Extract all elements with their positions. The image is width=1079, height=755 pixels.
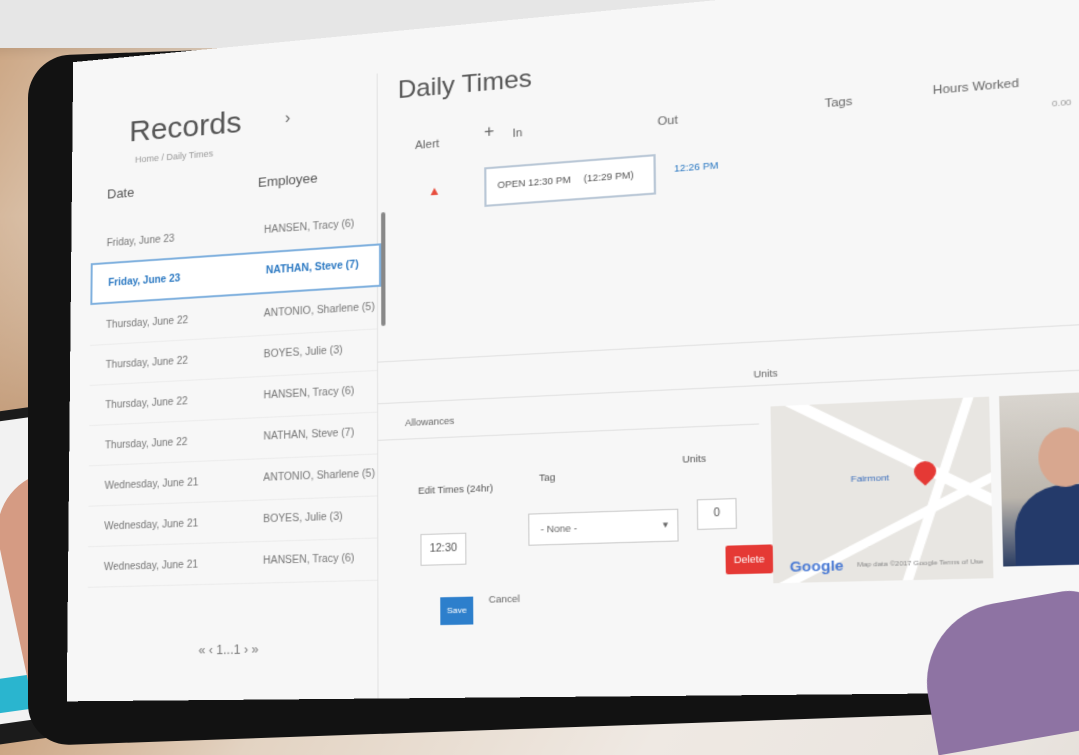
map-terms[interactable]: Map data ©2017 Google Terms of Use — [857, 559, 983, 569]
map-poi-label: Fairmont — [850, 472, 890, 485]
save-button[interactable]: Save — [440, 596, 474, 626]
add-icon[interactable]: + — [484, 123, 494, 143]
record-date: Wednesday, June 21 — [104, 518, 199, 533]
record-employee: HANSEN, Tracy (6) — [263, 218, 355, 237]
record-date: Wednesday, June 21 — [104, 477, 199, 492]
units-label: Units — [682, 453, 707, 465]
page-title: Daily Times — [397, 64, 532, 105]
record-date: Thursday, June 22 — [105, 355, 188, 372]
alert-icon: ▲ — [427, 183, 441, 199]
column-header-hours-worked: Hours Worked — [932, 76, 1020, 98]
record-date: Thursday, June 22 — [105, 315, 189, 332]
breadcrumb[interactable]: Home / Daily Times — [135, 148, 213, 164]
record-date: Thursday, June 22 — [104, 436, 188, 452]
column-header-in: In — [512, 126, 523, 141]
time-input[interactable]: 12:30 — [420, 532, 467, 566]
record-row[interactable]: Wednesday, June 21 HANSEN, Tracy (6) — [87, 539, 378, 588]
column-header-tags: Tags — [824, 95, 853, 111]
records-scrollbar[interactable] — [381, 212, 386, 327]
record-employee: NATHAN, Steve (7) — [263, 427, 355, 443]
punch-in-field[interactable]: OPEN 12:30 PM (12:29 PM) — [484, 154, 657, 207]
records-title: Records — [129, 105, 242, 149]
chevron-down-icon: ▾ — [662, 518, 669, 530]
tag-select[interactable]: - None - ▾ — [528, 508, 679, 546]
punch-out-time[interactable]: 12:26 PM — [674, 160, 718, 174]
record-date: Thursday, June 22 — [105, 396, 188, 412]
delete-button[interactable]: Delete — [725, 544, 774, 575]
records-panel: Records › Home / Daily Times Date Employ… — [66, 73, 382, 702]
record-date: Friday, June 23 — [106, 233, 175, 250]
location-map[interactable]: Fairmont Google Map data ©2017 Google Te… — [770, 396, 994, 584]
cancel-button[interactable]: Cancel — [489, 593, 520, 604]
hours-worked-value: 0.00 — [1051, 97, 1072, 109]
tag-select-value: - None - — [540, 522, 578, 535]
record-employee: HANSEN, Tracy (6) — [262, 552, 355, 567]
record-employee: ANTONIO, Sharlene (5) — [263, 468, 375, 484]
units-input[interactable]: 0 — [696, 497, 737, 531]
record-employee: HANSEN, Tracy (6) — [263, 385, 355, 402]
column-header-out: Out — [657, 114, 678, 129]
record-employee: ANTONIO, Sharlene (5) — [263, 301, 375, 320]
edit-times-label: Edit Times (24hr) — [418, 482, 494, 497]
column-header-date[interactable]: Date — [107, 185, 134, 202]
allowances-label: Allowances — [404, 415, 455, 429]
pagination[interactable]: « ‹ 1...1 › » — [198, 642, 258, 658]
employee-photo — [999, 389, 1079, 567]
tag-label: Tag — [539, 471, 556, 484]
punch-in-edited: (12:29 PM) — [583, 169, 634, 184]
photo-head — [1037, 426, 1079, 488]
record-date: Wednesday, June 21 — [103, 559, 198, 574]
column-header-alert: Alert — [415, 137, 440, 153]
tablet-screen: Records › Home / Daily Times Date Employ… — [66, 0, 1079, 702]
column-header-employee[interactable]: Employee — [258, 170, 318, 190]
photo-body — [1013, 482, 1079, 567]
punch-in-time: OPEN 12:30 PM — [497, 174, 571, 191]
divider — [377, 319, 1079, 363]
record-employee: BOYES, Julie (3) — [263, 344, 343, 361]
record-date: Friday, June 23 — [108, 273, 181, 289]
chevron-right-icon[interactable]: › — [285, 110, 291, 129]
units-header: Units — [753, 367, 778, 380]
google-logo: Google — [789, 556, 844, 576]
record-employee: BOYES, Julie (3) — [263, 511, 343, 526]
record-employee: NATHAN, Steve (7) — [265, 259, 359, 277]
